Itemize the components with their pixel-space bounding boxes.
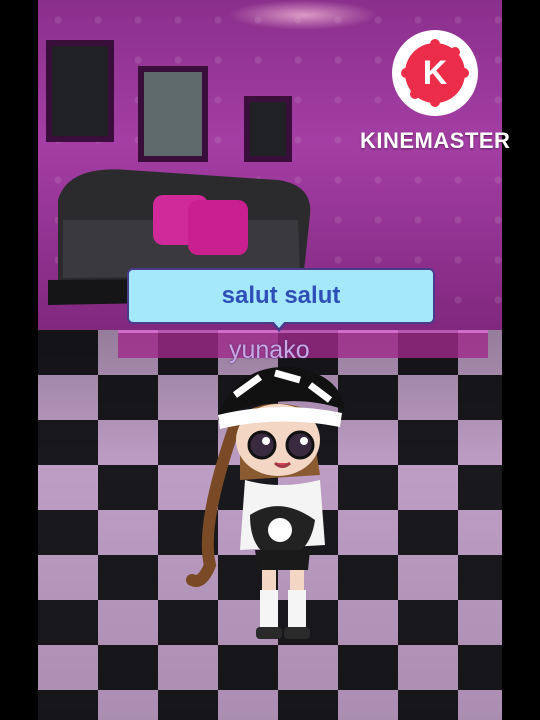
kinemaster-wordmark: KINEMASTER (360, 128, 511, 153)
wall-picture-frame (244, 96, 292, 162)
speech-bubble-text: salut salut (221, 282, 341, 309)
chandelier (228, 0, 378, 30)
gacha-character (186, 366, 345, 639)
wall-picture-frame (46, 40, 114, 142)
speech-bubble-tail-inner (272, 320, 286, 328)
wall-mirror-frame (138, 66, 208, 162)
kinemaster-logo-icon: K (392, 30, 478, 116)
logo-letter: K (422, 53, 448, 92)
speech-bubble: salut salut (127, 268, 435, 324)
